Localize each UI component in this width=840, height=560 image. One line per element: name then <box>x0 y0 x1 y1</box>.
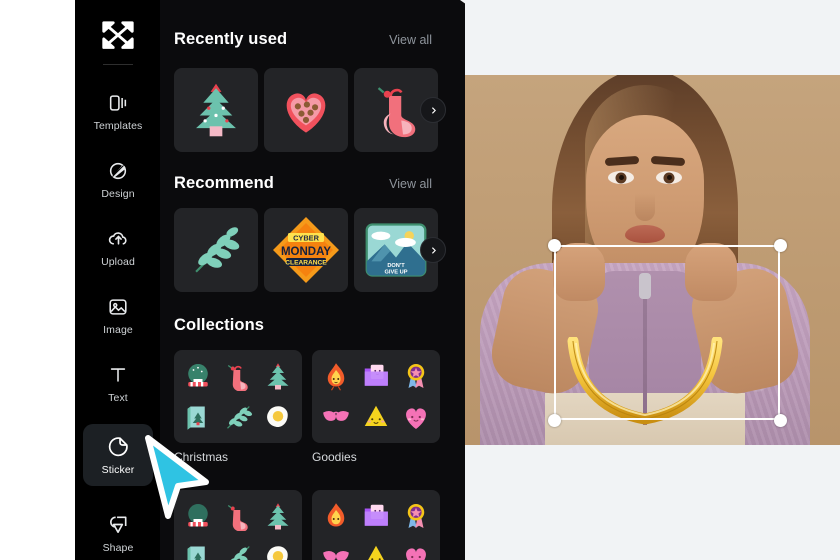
subject-eye-right <box>656 171 682 184</box>
sidebar-label-text: Text <box>108 391 128 404</box>
subject-eye-left <box>608 171 634 184</box>
sticker-panel-content: Recently used View all Recommend View al… <box>160 0 450 560</box>
sidebar-item-upload[interactable]: Upload <box>83 216 153 278</box>
sticker-sunglasses <box>323 411 349 422</box>
image-icon <box>106 295 130 319</box>
sticker-christmas-tree <box>267 503 289 530</box>
shape-icon <box>106 513 130 537</box>
section-header-recommend: Recommend View all <box>174 174 432 193</box>
resize-handle-top-left[interactable] <box>548 239 561 252</box>
sticker-snow-globe <box>188 363 208 387</box>
left-sidebar: Templates Design Upload Image Text Stick… <box>75 0 160 560</box>
sticker-award-ribbon <box>407 363 425 388</box>
resize-handle-bottom-left[interactable] <box>548 414 561 427</box>
section-title: Collections <box>174 316 265 334</box>
sticker-flame <box>327 503 345 527</box>
sidebar-item-text[interactable]: Text <box>83 352 153 414</box>
sidebar-label-image: Image <box>103 323 133 336</box>
sticker-snow-globe <box>188 503 208 527</box>
text-T-icon <box>106 363 130 387</box>
section-header-collections: Collections <box>174 316 432 335</box>
sidebar-label-shape: Shape <box>102 541 134 554</box>
capcut-logo-icon[interactable] <box>99 18 137 52</box>
resize-handle-top-right[interactable] <box>774 239 787 252</box>
sticker-fried-egg <box>267 406 288 428</box>
svg-text:CYBER: CYBER <box>293 233 320 242</box>
sticker-award-ribbon <box>407 503 425 528</box>
collection-name-christmas: Christmas <box>174 450 229 464</box>
sticker-heart-face <box>406 408 426 430</box>
svg-text:MONDAY: MONDAY <box>281 246 331 258</box>
sticker-tile-leaf-branch[interactable] <box>174 208 258 292</box>
sticker-fried-egg <box>267 546 288 560</box>
sticker-sunglasses <box>323 551 349 560</box>
next-arrow-recommend[interactable] <box>420 237 446 263</box>
sticker-triangle-face <box>368 546 384 560</box>
templates-icon <box>106 91 130 115</box>
collection-card-goodies[interactable] <box>312 350 440 443</box>
sticker-leaf-branch <box>227 406 253 429</box>
section-title: Recently used <box>174 30 288 48</box>
sticker-folder <box>364 504 388 526</box>
resize-handle-bottom-right[interactable] <box>774 414 787 427</box>
design-brush-icon <box>106 159 130 183</box>
sticker-heart-face <box>406 548 426 560</box>
sticker-christmas-tree <box>267 363 289 390</box>
preview-topbar <box>450 0 840 75</box>
upload-cloud-icon <box>106 227 130 251</box>
next-arrow-recently-used[interactable] <box>420 97 446 123</box>
sidebar-label-templates: Templates <box>93 119 143 132</box>
sticker-stocking <box>227 504 248 531</box>
svg-text:DON'T: DON'T <box>387 263 405 269</box>
sidebar-label-upload: Upload <box>101 255 135 268</box>
svg-text:CLEARANCE: CLEARANCE <box>285 259 327 266</box>
sidebar-item-shape[interactable]: Shape <box>83 502 153 560</box>
sticker-flame <box>327 363 345 391</box>
sticker-triangle-face <box>364 406 388 427</box>
sidebar-item-image[interactable]: Image <box>83 284 153 346</box>
section-title: Recommend <box>174 174 274 192</box>
sticker-greeting-card <box>187 406 205 430</box>
collection-card-row2-right[interactable] <box>312 490 440 560</box>
sidebar-item-templates[interactable]: Templates <box>83 80 153 142</box>
sticker-selection-box[interactable] <box>554 245 780 420</box>
sticker-tile-christmas-tree[interactable] <box>174 68 258 152</box>
sticker-greeting-card <box>187 546 205 560</box>
video-preview-stage[interactable] <box>450 75 840 445</box>
view-all-link-recently-used[interactable]: View all <box>389 33 432 47</box>
sidebar-label-design: Design <box>101 187 135 200</box>
sticker-tile-cyber-monday[interactable]: CYBER MONDAY CLEARANCE <box>264 208 348 292</box>
section-header-recently-used: Recently used View all <box>174 30 432 49</box>
collection-card-row2-left[interactable] <box>174 490 302 560</box>
sticker-leaf-branch <box>228 546 250 560</box>
sidebar-item-design[interactable]: Design <box>83 148 153 210</box>
collection-name-goodies: Goodies <box>312 450 357 464</box>
sticker-folder <box>364 364 388 386</box>
sidebar-label-sticker: Sticker <box>101 463 135 476</box>
sticker-tile-chocolate-box[interactable] <box>264 68 348 152</box>
editor-area: 00:02 | 00:56 00:0000:0200:0400:0600:080… <box>450 0 840 560</box>
view-all-link-recommend[interactable]: View all <box>389 177 432 191</box>
sidebar-item-sticker[interactable]: Sticker <box>83 424 153 486</box>
sticker-stocking <box>227 364 248 391</box>
sticker-icon <box>106 435 130 459</box>
collection-card-christmas[interactable] <box>174 350 302 443</box>
sidebar-divider <box>102 64 133 65</box>
capcut-editor-window: 00:02 | 00:56 00:0000:0200:0400:0600:080… <box>0 0 840 560</box>
svg-text:GIVE UP: GIVE UP <box>385 270 408 276</box>
